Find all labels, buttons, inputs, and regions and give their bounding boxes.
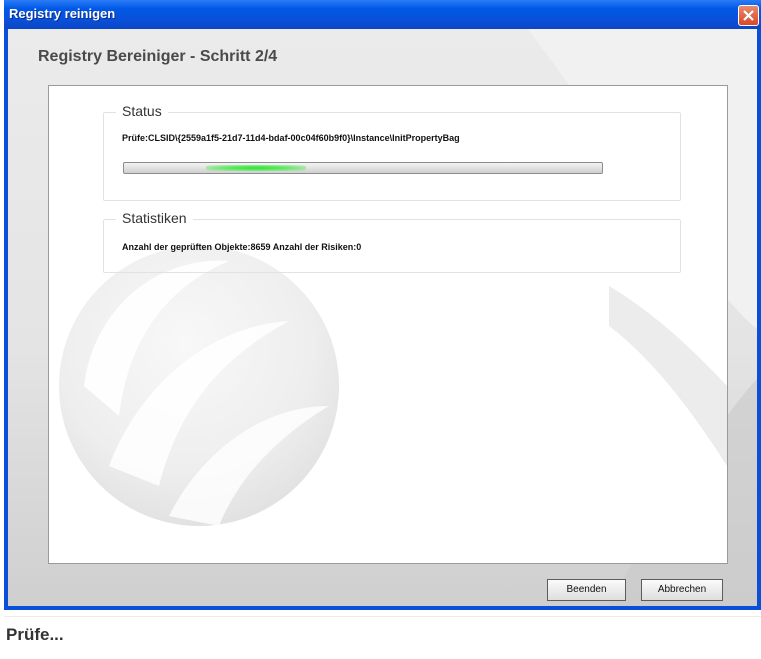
status-legend: Status xyxy=(116,103,168,119)
content-panel: Status Prüfe:CLSID\{2559a1f5-21d7-11d4-b… xyxy=(48,85,728,564)
progress-glow xyxy=(206,165,306,171)
dialog-client-area: Registry Bereiniger - Schritt 2/4 Status xyxy=(8,29,757,606)
status-text: Prüfe... xyxy=(6,625,64,644)
statistics-summary: Anzahl der geprüften Objekte:8659 Anzahl… xyxy=(122,242,362,252)
finish-button[interactable]: Beenden xyxy=(547,579,626,601)
title-bar[interactable]: Registry reinigen xyxy=(4,0,761,29)
close-button[interactable] xyxy=(738,5,759,26)
statistics-legend: Statistiken xyxy=(116,210,193,226)
statistics-group: Statistiken Anzahl der geprüften Objekte… xyxy=(103,210,681,273)
close-icon xyxy=(743,10,754,21)
statusbar-divider xyxy=(4,616,761,617)
window-title: Registry reinigen xyxy=(9,6,116,21)
current-scan-item: Prüfe:CLSID\{2559a1f5-21d7-11d4-bdaf-00c… xyxy=(122,133,460,143)
dialog-window: Registry reinigen Registry Bereiniger - … xyxy=(4,0,761,610)
cancel-button[interactable]: Abbrechen xyxy=(641,579,723,601)
wizard-step-title: Registry Bereiniger - Schritt 2/4 xyxy=(38,48,278,65)
scan-progress-bar xyxy=(123,162,603,174)
status-group: Status Prüfe:CLSID\{2559a1f5-21d7-11d4-b… xyxy=(103,103,681,201)
